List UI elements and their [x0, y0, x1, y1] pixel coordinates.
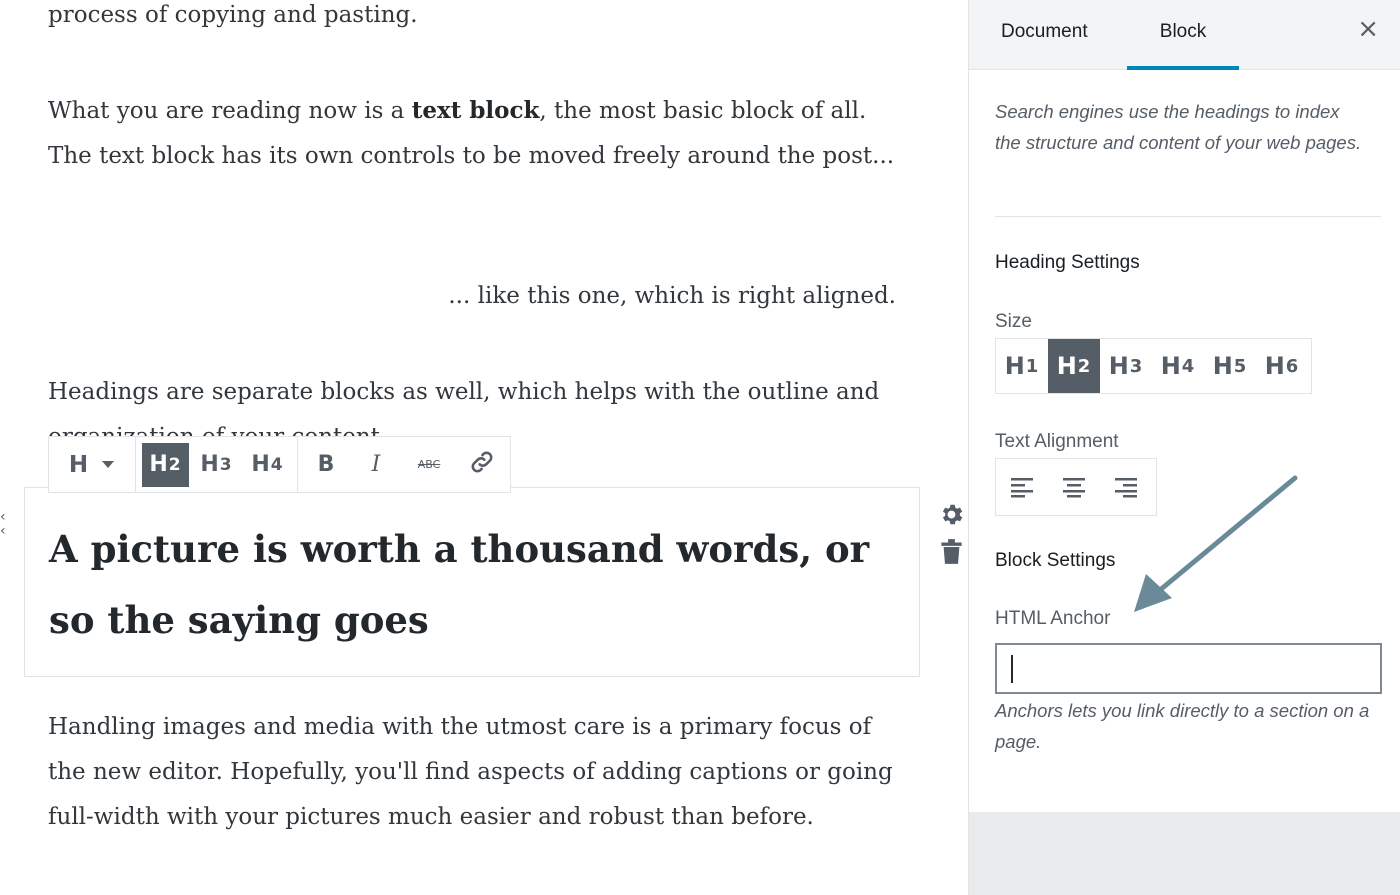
size-letter: H	[1212, 352, 1234, 380]
size-h6-button[interactable]: H6	[1256, 339, 1308, 393]
heading-help-text: Search engines use the headings to index…	[995, 101, 1362, 153]
size-number: 1	[1025, 355, 1040, 377]
size-number: 2	[1077, 355, 1092, 377]
paragraph-text: Handling images and media with the utmos…	[48, 714, 893, 830]
align-left-button[interactable]	[996, 459, 1048, 515]
formatting-group: B I ABC	[298, 437, 510, 492]
close-icon[interactable]: ×	[1357, 14, 1379, 44]
strikethrough-button[interactable]: ABC	[404, 443, 454, 487]
size-number: 4	[1181, 355, 1196, 377]
heading-level-number: 3	[219, 454, 233, 475]
paragraph-text: process of copying and pasting.	[48, 2, 418, 28]
heading-level-number: 2	[168, 454, 182, 475]
size-h3-button[interactable]: H3	[1100, 339, 1152, 393]
sidebar-footer	[969, 812, 1400, 895]
anchor-help-text: Anchors lets you link directly to a sect…	[995, 700, 1370, 752]
link-button[interactable]	[460, 443, 504, 487]
heading-block-selected[interactable]: A picture is worth a thousand words, or …	[24, 487, 920, 677]
heading-level-2-button[interactable]: H2	[142, 442, 189, 487]
strikethrough-icon: ABC	[417, 458, 441, 471]
paragraph-block[interactable]: process of copying and pasting.	[48, 0, 898, 38]
align-left-icon	[1011, 478, 1033, 498]
size-label: Size	[995, 311, 1032, 332]
heading-level-letter: H	[149, 452, 169, 477]
sidebar-header: Document Block ×	[969, 0, 1400, 70]
heading-level-3-button[interactable]: H3	[193, 443, 240, 487]
size-letter: H	[1004, 352, 1026, 380]
paragraph-text: What you are reading now is a	[48, 98, 412, 124]
settings-sidebar: Document Block × Search engines use the …	[968, 0, 1400, 895]
tab-document[interactable]: Document	[1001, 0, 1088, 70]
gear-icon[interactable]	[938, 501, 965, 532]
text-alignment-label: Text Alignment	[995, 431, 1119, 452]
size-number: 3	[1129, 355, 1144, 377]
size-h4-button[interactable]: H4	[1152, 339, 1204, 393]
paragraph-block[interactable]: What you are reading now is a text block…	[48, 88, 898, 179]
heading-level-number: 4	[270, 454, 284, 475]
size-h1-button[interactable]: H1	[996, 339, 1048, 393]
italic-button[interactable]: I	[354, 443, 398, 487]
align-center-icon	[1063, 478, 1085, 498]
block-mover-icon[interactable]: ‹ ‹	[0, 510, 6, 538]
size-number: 6	[1285, 355, 1300, 377]
size-letter: H	[1160, 352, 1182, 380]
html-anchor-input[interactable]	[995, 643, 1382, 694]
size-h5-button[interactable]: H5	[1204, 339, 1256, 393]
block-settings-title[interactable]: Block Settings	[995, 550, 1115, 572]
text-cursor	[1011, 655, 1013, 683]
divider	[995, 216, 1381, 217]
align-center-button[interactable]	[1048, 459, 1100, 515]
paragraph-block[interactable]: Handling images and media with the utmos…	[48, 705, 908, 840]
heading-level-letter: H	[251, 452, 271, 477]
size-letter: H	[1108, 352, 1130, 380]
italic-icon: I	[371, 452, 381, 477]
link-icon	[468, 448, 496, 482]
heading-settings-title[interactable]: Heading Settings	[995, 252, 1140, 274]
chevron-down-icon	[101, 455, 115, 474]
trash-icon[interactable]	[940, 538, 963, 569]
block-type-switcher[interactable]: H	[49, 437, 136, 492]
heading-level-4-button[interactable]: H4	[244, 443, 291, 487]
editor-canvas: process of copying and pasting. What you…	[0, 0, 968, 895]
heading-text[interactable]: A picture is worth a thousand words, or …	[49, 514, 889, 656]
heading-level-group: H2 H3 H4	[136, 437, 298, 492]
size-letter: H	[1264, 352, 1286, 380]
bold-button[interactable]: B	[304, 443, 348, 487]
size-h2-button[interactable]: H2	[1048, 339, 1100, 393]
bold-icon: B	[317, 452, 335, 477]
heading-size-group: H1 H2 H3 H4 H5 H6	[995, 338, 1312, 394]
size-number: 5	[1233, 355, 1248, 377]
size-letter: H	[1056, 352, 1078, 380]
paragraph-block-right-aligned[interactable]: ... like this one, which is right aligne…	[48, 274, 896, 319]
heading-level-letter: H	[200, 452, 220, 477]
arrow-annotation-icon	[1134, 475, 1298, 612]
heading-block-icon: H	[68, 451, 90, 478]
tab-block[interactable]: Block	[1127, 0, 1239, 70]
block-toolbar: H H2 H3 H4 B I ABC	[48, 436, 511, 493]
paragraph-text: ... like this one, which is right aligne…	[448, 283, 896, 309]
html-anchor-label: HTML Anchor	[995, 608, 1111, 629]
paragraph-bold-text: text block	[411, 97, 540, 124]
